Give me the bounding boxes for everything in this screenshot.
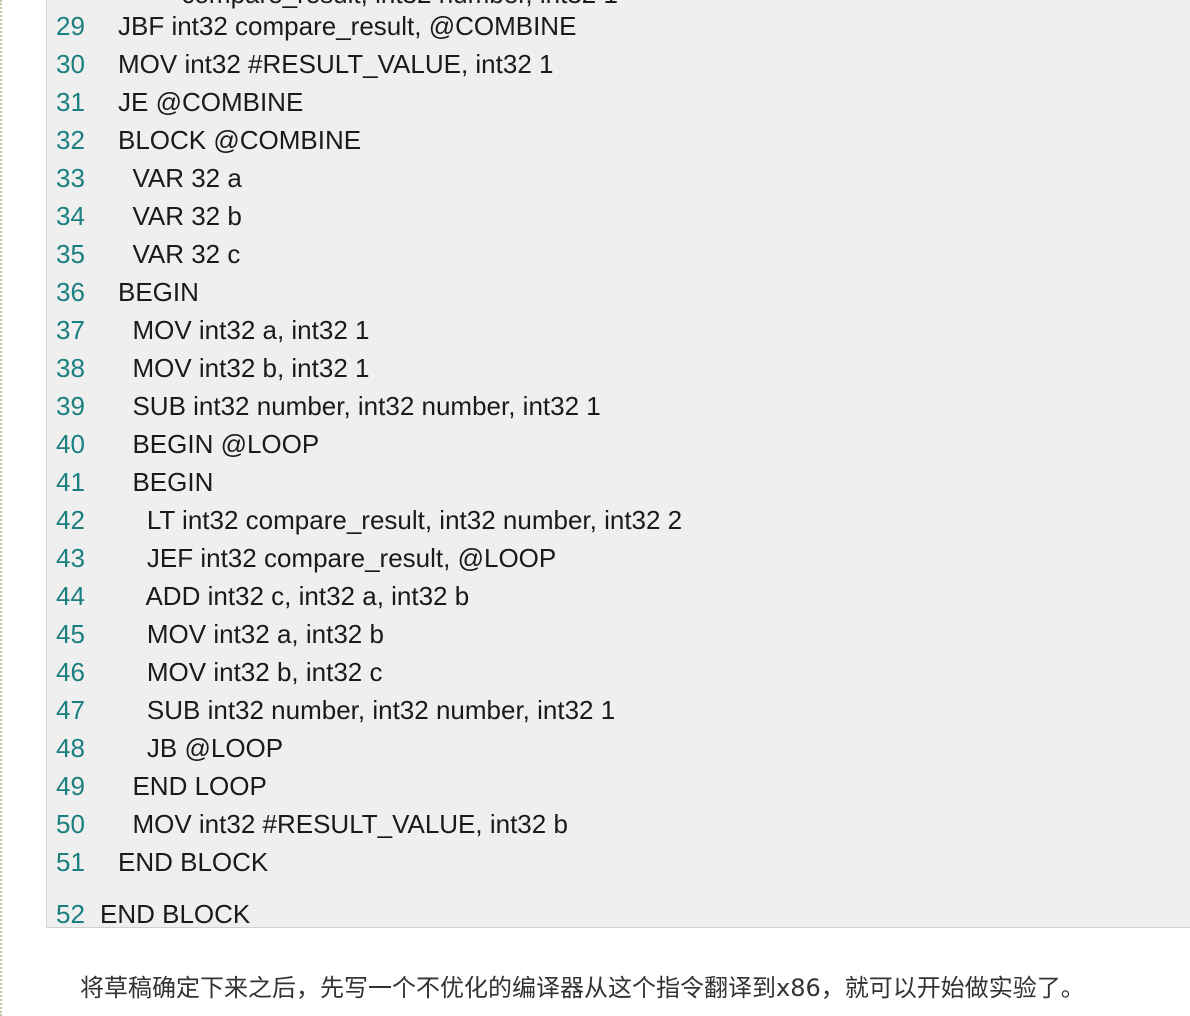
line-text: JB @LOOP — [118, 733, 284, 763]
line-number: 52 — [56, 899, 85, 928]
code-line: 37 MOV int32 a, int32 1 — [47, 311, 1190, 349]
line-text: JE @COMBINE — [118, 87, 304, 117]
code-line: 48 JB @LOOP — [47, 729, 1190, 767]
code-line: 31 JE @COMBINE — [47, 83, 1190, 121]
code-line: 32 BLOCK @COMBINE — [47, 121, 1190, 159]
line-text: VAR 32 a — [118, 163, 242, 193]
line-number: 50 — [56, 809, 85, 839]
line-text: BEGIN — [118, 277, 199, 307]
code-line: 33 VAR 32 a — [47, 159, 1190, 197]
line-number: 45 — [56, 619, 85, 649]
line-text: MOV int32 #RESULT_VALUE, int32 1 — [118, 49, 554, 79]
code-line: 34 VAR 32 b — [47, 197, 1190, 235]
code-line: 43 JEF int32 compare_result, @LOOP — [47, 539, 1190, 577]
code-line: 45 MOV int32 a, int32 b — [47, 615, 1190, 653]
line-text: SUB int32 number, int32 number, int32 1 — [118, 695, 616, 725]
line-text: BLOCK @COMBINE — [118, 125, 362, 155]
code-line: 44 ADD int32 c, int32 a, int32 b — [47, 577, 1190, 615]
code-line: 49 END LOOP — [47, 767, 1190, 805]
line-text: ADD int32 c, int32 a, int32 b — [118, 581, 470, 611]
code-line: 52 END BLOCK — [47, 895, 1190, 928]
line-number: 41 — [56, 467, 85, 497]
code-line: 50 MOV int32 #RESULT_VALUE, int32 b — [47, 805, 1190, 843]
line-number: 33 — [56, 163, 85, 193]
line-number: 29 — [56, 11, 85, 41]
paragraph-text: 将草稿确定下来之后，先写一个不优化的编译器从这个指令翻译到x86，就可以开始做实… — [80, 974, 1085, 1002]
line-text: MOV int32 #RESULT_VALUE, int32 b — [118, 809, 568, 839]
code-line: 36 BEGIN — [47, 273, 1190, 311]
line-number: 31 — [56, 87, 85, 117]
line-number: 44 — [56, 581, 85, 611]
line-text: SUB int32 number, int32 number, int32 1 — [118, 391, 601, 421]
code-line: 30 MOV int32 #RESULT_VALUE, int32 1 — [47, 45, 1190, 83]
line-text: BEGIN @LOOP — [118, 429, 320, 459]
line-number: 49 — [56, 771, 85, 801]
line-number: 46 — [56, 657, 85, 687]
line-text: JBF int32 compare_result, @COMBINE — [118, 11, 577, 41]
line-number: 38 — [56, 353, 85, 383]
code-line: 41 BEGIN — [47, 463, 1190, 501]
left-margin-rule — [0, 0, 2, 1016]
line-text: VAR 32 b — [118, 201, 242, 231]
line-number: 36 — [56, 277, 85, 307]
line-text: MOV int32 a, int32 b — [118, 619, 384, 649]
line-text: LT int32 compare_result, int32 number, i… — [118, 505, 683, 535]
code-line: 29 JBF int32 compare_result, @COMBINE — [47, 7, 1190, 45]
line-number: 43 — [56, 543, 85, 573]
code-line: 40 BEGIN @LOOP — [47, 425, 1190, 463]
line-number: 42 — [56, 505, 85, 535]
code-lines: compare_result, int32 number, int32 129J… — [47, 0, 1190, 928]
line-text: END BLOCK — [118, 847, 269, 877]
code-line: 39 SUB int32 number, int32 number, int32… — [47, 387, 1190, 425]
line-text: MOV int32 b, int32 1 — [118, 353, 370, 383]
line-text: JEF int32 compare_result, @LOOP — [118, 543, 557, 573]
line-text: VAR 32 c — [118, 239, 241, 269]
code-line: 47 SUB int32 number, int32 number, int32… — [47, 691, 1190, 729]
line-text: BEGIN — [118, 467, 214, 497]
line-number: 37 — [56, 315, 85, 345]
code-line: 38 MOV int32 b, int32 1 — [47, 349, 1190, 387]
line-text: MOV int32 b, int32 c — [118, 657, 383, 687]
line-number: 51 — [56, 847, 85, 877]
code-line: 42 LT int32 compare_result, int32 number… — [47, 501, 1190, 539]
line-number: 48 — [56, 733, 85, 763]
code-block: compare_result, int32 number, int32 129J… — [46, 0, 1190, 928]
line-number: 40 — [56, 429, 85, 459]
line-number: 30 — [56, 49, 85, 79]
line-text: END BLOCK — [100, 899, 251, 928]
code-line: 51 END BLOCK — [47, 843, 1190, 881]
line-number: 39 — [56, 391, 85, 421]
line-number: 32 — [56, 125, 85, 155]
line-number: 35 — [56, 239, 85, 269]
line-number: 34 — [56, 201, 85, 231]
code-line: 46 MOV int32 b, int32 c — [47, 653, 1190, 691]
code-line: 35 VAR 32 c — [47, 235, 1190, 273]
line-text: MOV int32 a, int32 1 — [118, 315, 370, 345]
line-number: 47 — [56, 695, 85, 725]
line-text: END LOOP — [118, 771, 267, 801]
